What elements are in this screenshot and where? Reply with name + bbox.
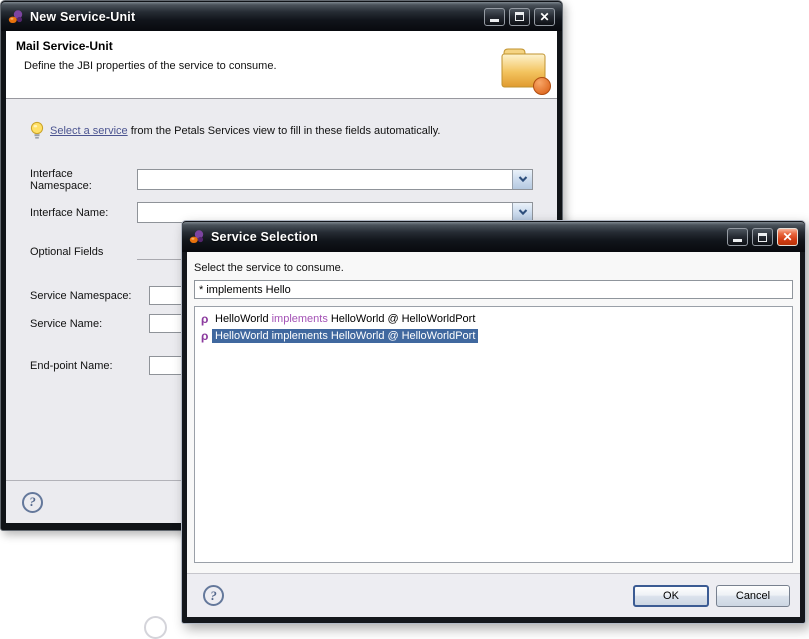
service-list[interactable]: ρ HelloWorldimplementsHelloWorld@HelloWo… — [194, 306, 793, 563]
wizard-page-title: Mail Service-Unit — [16, 39, 547, 53]
win2-close-button[interactable]: ✕ — [777, 228, 798, 246]
select-a-service-link[interactable]: Select a service — [50, 125, 128, 137]
at-separator: @ — [387, 313, 398, 325]
dialog-button-bar: ? OK Cancel — [187, 573, 800, 617]
interface-name: HelloWorld — [331, 313, 385, 325]
win1-minimize-button[interactable] — [484, 8, 505, 26]
chevron-down-icon[interactable] — [512, 170, 532, 189]
interface-name: HelloWorld — [331, 330, 385, 342]
lightbulb-icon — [30, 121, 44, 141]
service-icon: ρ — [201, 313, 212, 325]
service-name: HelloWorld — [215, 330, 269, 342]
help-icon: ? — [29, 494, 36, 510]
folder-icon — [498, 41, 551, 101]
wizard-page-description: Define the JBI properties of the service… — [24, 60, 547, 72]
optional-fields-group-label: Optional Fields — [30, 246, 103, 258]
petals-app-icon — [8, 9, 24, 25]
service-selection-window: Service Selection ✕ Select the service t… — [181, 220, 806, 624]
ok-button[interactable]: OK — [633, 585, 709, 607]
wizard-header: Mail Service-Unit Define the JBI propert… — [6, 31, 557, 99]
endpoint-name-label: End-point Name: — [30, 360, 149, 372]
maximize-icon — [515, 12, 524, 21]
hint-text: from the Petals Services view to fill in… — [128, 125, 441, 137]
win1-titlebar[interactable]: New Service-Unit ✕ — [1, 2, 562, 31]
interface-namespace-combo[interactable] — [137, 169, 533, 190]
desktop: { "wizard": { "window_title": "New Servi… — [0, 0, 809, 630]
close-icon: ✕ — [782, 231, 792, 243]
minimize-icon — [490, 19, 499, 22]
service-name-label: Service Name: — [30, 318, 149, 330]
implements-keyword: implements — [272, 313, 328, 325]
service-name: HelloWorld — [215, 313, 269, 325]
win1-maximize-button[interactable] — [509, 8, 530, 26]
win2-titlebar[interactable]: Service Selection ✕ — [182, 222, 805, 252]
win1-close-button[interactable]: ✕ — [534, 8, 555, 26]
interface-namespace-row: Interface Namespace: — [30, 169, 533, 190]
interface-name-label: Interface Name: — [30, 207, 137, 219]
help-icon: ? — [210, 588, 217, 604]
help-button[interactable]: ? — [203, 585, 224, 606]
implements-keyword: implements — [272, 330, 328, 342]
hint-banner: Select a service from the Petals Service… — [30, 121, 440, 141]
service-icon: ρ — [201, 330, 212, 342]
at-separator: @ — [387, 330, 398, 342]
petals-app-icon — [189, 229, 205, 245]
cancel-button[interactable]: Cancel — [716, 585, 790, 607]
interface-namespace-label: Interface Namespace: — [30, 168, 137, 192]
service-filter-input[interactable] — [194, 280, 793, 299]
win2-minimize-button[interactable] — [727, 228, 748, 246]
help-button[interactable]: ? — [22, 492, 43, 513]
maximize-icon — [758, 233, 767, 242]
endpoint-name: HelloWorldPort — [402, 330, 476, 342]
interface-namespace-value[interactable] — [138, 170, 512, 189]
win2-title: Service Selection — [211, 230, 721, 244]
endpoint-name: HelloWorldPort — [402, 313, 476, 325]
background-artifact — [144, 616, 167, 639]
service-list-item[interactable]: ρ HelloWorldimplementsHelloWorld@HelloWo… — [195, 310, 792, 327]
service-list-item-selected[interactable]: ρ HelloWorldimplementsHelloWorld@HelloWo… — [195, 327, 792, 344]
close-icon: ✕ — [539, 11, 549, 23]
service-namespace-label: Service Namespace: — [30, 290, 149, 302]
win1-title: New Service-Unit — [30, 10, 478, 24]
win2-maximize-button[interactable] — [752, 228, 773, 246]
selection-prompt: Select the service to consume. — [187, 252, 800, 280]
minimize-icon — [733, 239, 742, 242]
